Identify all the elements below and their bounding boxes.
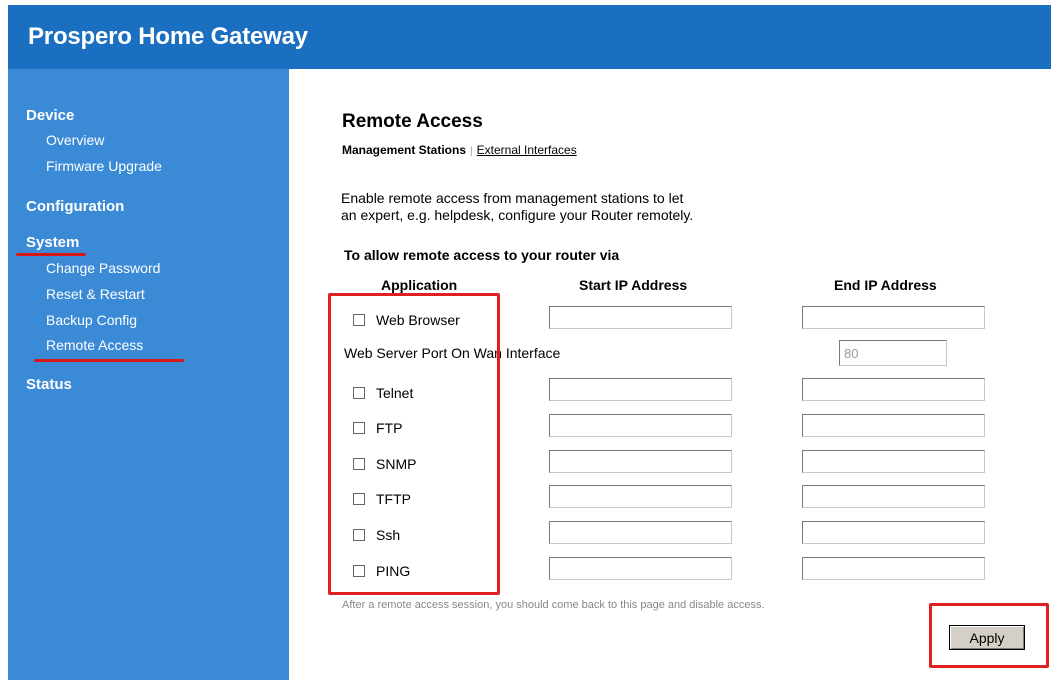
page-title: Remote Access (342, 111, 483, 132)
description-line-2: an expert, e.g. helpdesk, configure your… (341, 207, 694, 223)
tab-separator: | (470, 146, 473, 157)
web-browser-end-ip-input[interactable] (802, 306, 985, 329)
tab-management-stations[interactable]: Management Stations (342, 143, 466, 157)
sidebar-section-configuration[interactable]: Configuration (26, 198, 124, 215)
sidebar-item-remote-access[interactable]: Remote Access (46, 337, 143, 353)
annotation-underline-system (16, 253, 86, 256)
sidebar-item-change-password[interactable]: Change Password (46, 260, 160, 276)
sidebar-section-system[interactable]: System (26, 234, 79, 251)
web-browser-start-ip-input[interactable] (549, 306, 732, 329)
column-header-application: Application (381, 277, 458, 293)
page-left-edge (0, 5, 8, 680)
main-content: Remote Access Management Stations | Extern… (289, 69, 1051, 680)
ftp-end-ip-input[interactable] (802, 414, 985, 437)
snmp-end-ip-input[interactable] (802, 450, 985, 473)
subnav-tabs: Management Stations | External Interfaces (342, 143, 577, 157)
sidebar-item-firmware-upgrade[interactable]: Firmware Upgrade (46, 158, 162, 174)
sidebar-section-device[interactable]: Device (26, 107, 74, 124)
telnet-start-ip-input[interactable] (549, 378, 732, 401)
ssh-start-ip-input[interactable] (549, 521, 732, 544)
app-header: Prospero Home Gateway (8, 5, 1051, 69)
sidebar-item-overview[interactable]: Overview (46, 132, 104, 148)
sidebar-item-reset-restart[interactable]: Reset & Restart (46, 286, 145, 302)
apply-button[interactable]: Apply (949, 625, 1025, 650)
description: Enable remote access from management sta… (341, 190, 693, 224)
tab-external-interfaces[interactable]: External Interfaces (477, 143, 577, 157)
telnet-end-ip-input[interactable] (802, 378, 985, 401)
description-line-1: Enable remote access from management sta… (341, 190, 684, 206)
web-server-port-input[interactable] (839, 340, 947, 366)
sidebar-item-backup-config[interactable]: Backup Config (46, 312, 137, 328)
ping-end-ip-input[interactable] (802, 557, 985, 580)
sidebar: Device Overview Firmware Upgrade Configu… (8, 69, 289, 680)
annotation-underline-remote-access (34, 359, 184, 362)
tftp-end-ip-input[interactable] (802, 485, 985, 508)
ssh-end-ip-input[interactable] (802, 521, 985, 544)
annotation-box-applications (328, 293, 500, 595)
session-note: After a remote access session, you shoul… (342, 599, 765, 611)
column-header-end-ip: End IP Address (834, 277, 937, 293)
tftp-start-ip-input[interactable] (549, 485, 732, 508)
ping-start-ip-input[interactable] (549, 557, 732, 580)
snmp-start-ip-input[interactable] (549, 450, 732, 473)
ftp-start-ip-input[interactable] (549, 414, 732, 437)
app-title: Prospero Home Gateway (28, 23, 308, 50)
column-header-start-ip: Start IP Address (579, 277, 688, 293)
section-subheading: To allow remote access to your router vi… (344, 247, 620, 263)
sidebar-section-status[interactable]: Status (26, 376, 72, 393)
